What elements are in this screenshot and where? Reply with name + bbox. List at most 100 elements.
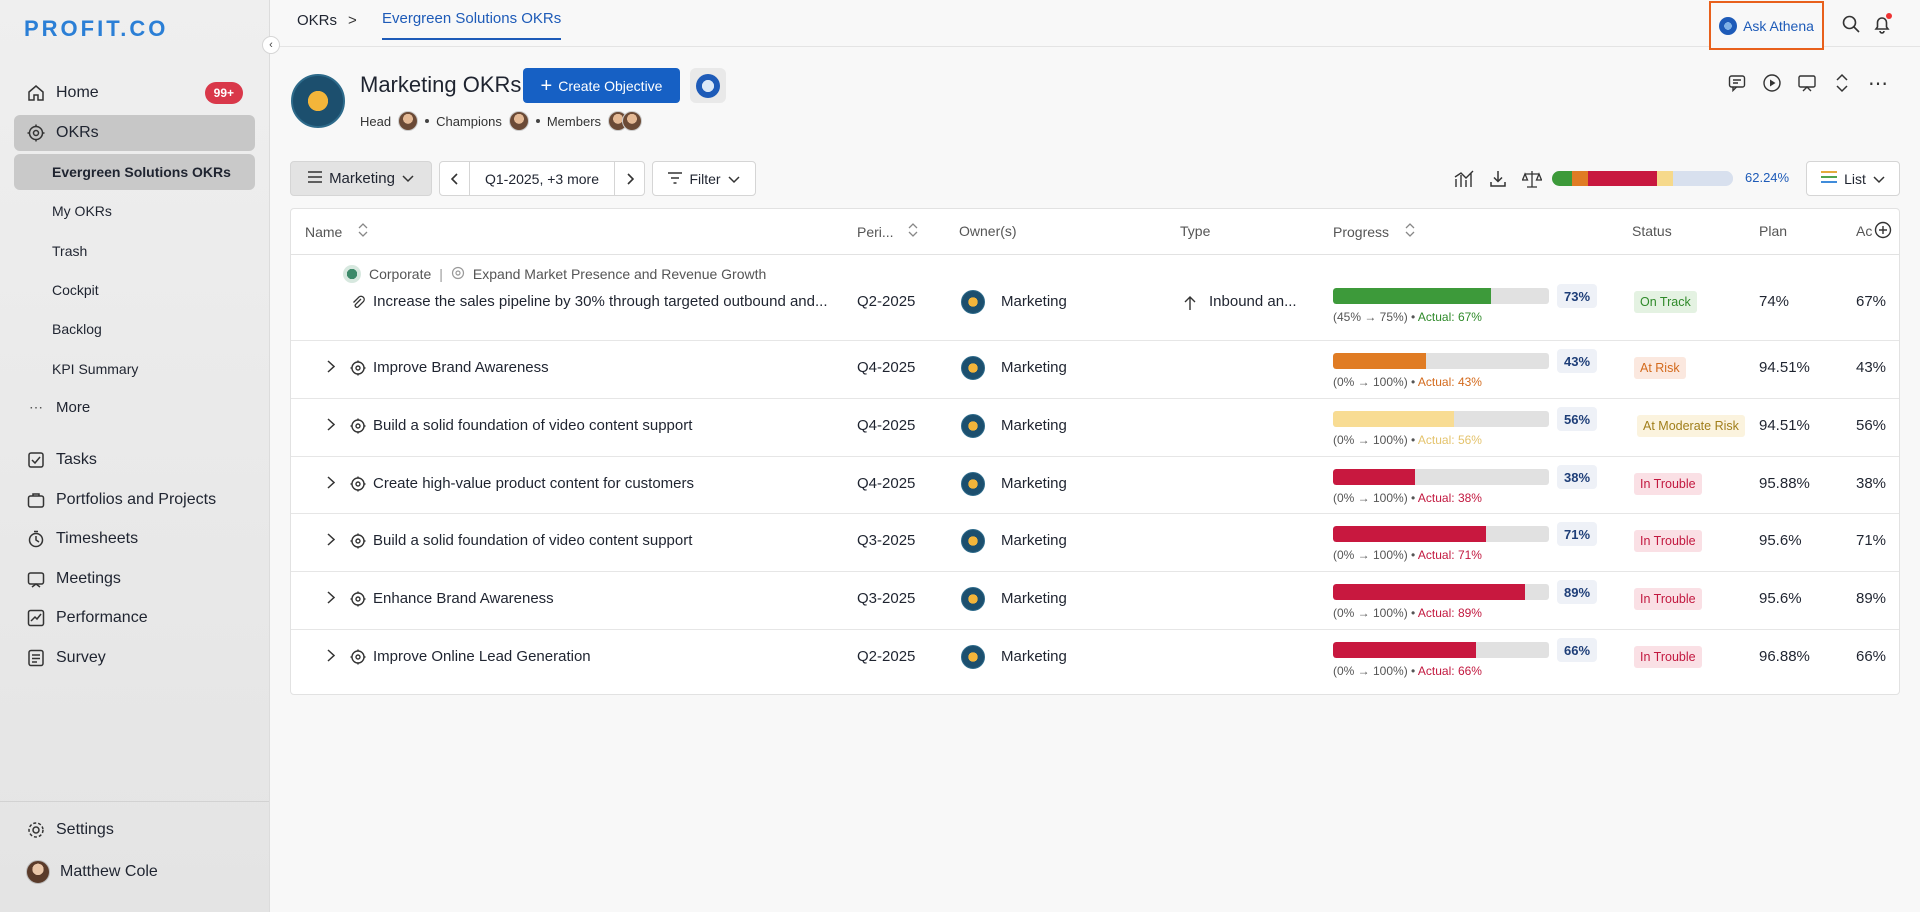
status-badge[interactable]: In Trouble	[1634, 588, 1702, 610]
progress-percent[interactable]: 38%	[1557, 465, 1597, 489]
progress-percent[interactable]: 43%	[1557, 349, 1597, 373]
user-profile[interactable]: Matthew Cole	[14, 854, 255, 890]
status-badge[interactable]: In Trouble	[1634, 473, 1702, 495]
nav-timesheets[interactable]: Timesheets	[14, 521, 255, 557]
breadcrumb-okrs[interactable]: OKRs	[297, 12, 337, 29]
column-header-actual[interactable]: Ac	[1856, 223, 1872, 239]
bell-icon[interactable]	[1872, 13, 1892, 34]
okr-name-link[interactable]: Build a solid foundation of video conten…	[373, 532, 692, 549]
period-label[interactable]: Q1-2025, +3 more	[485, 171, 599, 187]
okr-name-link[interactable]: Increase the sales pipeline by 30% throu…	[373, 293, 828, 310]
table-row[interactable]: Improve Online Lead Generation Q2-2025 Mar…	[291, 629, 1899, 687]
ask-athena-button[interactable]: Ask Athena	[1709, 1, 1824, 50]
progress-percent[interactable]: 66%	[1557, 638, 1597, 662]
column-header-owner[interactable]: Owner(s)	[959, 223, 1017, 239]
app-logo[interactable]: PROFIT.CO	[24, 16, 168, 42]
nav-evergreen-okrs[interactable]: Evergreen Solutions OKRs	[14, 154, 255, 191]
nav-my-okrs[interactable]: My OKRs	[14, 193, 255, 229]
owner-cell[interactable]: Marketing	[1001, 417, 1067, 434]
champion-avatar[interactable]	[508, 111, 529, 131]
nav-settings[interactable]: Settings	[14, 812, 255, 848]
owner-team-avatar[interactable]	[961, 587, 985, 611]
progress-bar[interactable]	[1333, 353, 1549, 369]
progress-bar[interactable]	[1333, 288, 1549, 304]
view-selector[interactable]: List	[1806, 161, 1900, 196]
progress-percent[interactable]: 56%	[1557, 407, 1597, 431]
comment-icon[interactable]	[1726, 72, 1748, 94]
table-row[interactable]: Increase the sales pipeline by 30% throu…	[291, 284, 1899, 340]
analytics-icon[interactable]	[1453, 168, 1475, 190]
nav-okrs[interactable]: OKRs	[14, 114, 255, 151]
expand-collapse-icon[interactable]	[1831, 72, 1853, 94]
nav-cockpit[interactable]: Cockpit	[14, 272, 255, 308]
column-header-status[interactable]: Status	[1632, 223, 1672, 239]
owner-cell[interactable]: Marketing	[1001, 648, 1067, 665]
nav-kpi-summary[interactable]: KPI Summary	[14, 351, 255, 387]
owner-team-avatar[interactable]	[961, 290, 985, 314]
progress-bar[interactable]	[1333, 642, 1549, 658]
play-icon[interactable]	[1761, 72, 1783, 94]
expand-row-chevron-icon[interactable]	[327, 533, 336, 549]
okr-name-link[interactable]: Create high-value product content for cu…	[373, 475, 694, 492]
sidebar-collapse-button[interactable]: ‹	[262, 36, 280, 54]
table-row[interactable]: Create high-value product content for cu…	[291, 456, 1899, 513]
expand-row-chevron-icon[interactable]	[327, 360, 336, 376]
owner-cell[interactable]: Marketing	[1001, 532, 1067, 549]
nav-portfolios[interactable]: Portfolios and Projects	[14, 482, 255, 518]
progress-percent[interactable]: 73%	[1557, 284, 1597, 308]
okr-name-link[interactable]: Improve Online Lead Generation	[373, 648, 591, 665]
period-next-button[interactable]	[614, 162, 644, 195]
status-badge[interactable]: At Risk	[1634, 357, 1686, 379]
present-icon[interactable]	[1796, 72, 1818, 94]
owner-cell[interactable]: Marketing	[1001, 293, 1067, 310]
nav-meetings[interactable]: Meetings	[14, 561, 255, 597]
column-header-progress[interactable]: Progress	[1333, 223, 1415, 240]
okr-name-link[interactable]: Improve Brand Awareness	[373, 359, 549, 376]
owner-cell[interactable]: Marketing	[1001, 359, 1067, 376]
sort-icon[interactable]	[1405, 223, 1415, 240]
column-header-type[interactable]: Type	[1180, 223, 1210, 239]
expand-row-chevron-icon[interactable]	[327, 649, 336, 665]
progress-bar[interactable]	[1333, 526, 1549, 542]
table-row[interactable]: Enhance Brand Awareness Q3-2025 Marketing 8…	[291, 571, 1899, 629]
okr-name-link[interactable]: Enhance Brand Awareness	[373, 590, 554, 607]
filter-button[interactable]: Filter	[652, 161, 756, 196]
progress-bar[interactable]	[1333, 584, 1549, 600]
expand-row-chevron-icon[interactable]	[327, 591, 336, 607]
table-row[interactable]: Improve Brand Awareness Q4-2025 Marketing 4…	[291, 340, 1899, 398]
sort-icon[interactable]	[908, 223, 918, 240]
owner-cell[interactable]: Marketing	[1001, 590, 1067, 607]
status-badge[interactable]: At Moderate Risk	[1637, 415, 1745, 437]
parent-objective[interactable]: Corporate | Expand Market Presence and R…	[343, 265, 766, 283]
nav-home[interactable]: Home 99+	[14, 75, 255, 111]
balance-scale-icon[interactable]	[1521, 168, 1543, 190]
breadcrumb-current[interactable]: Evergreen Solutions OKRs	[382, 10, 562, 40]
status-badge[interactable]: On Track	[1634, 291, 1697, 313]
more-options-icon[interactable]: ⋯	[1867, 72, 1889, 95]
nav-survey[interactable]: Survey	[14, 640, 255, 676]
search-icon[interactable]	[1841, 14, 1861, 34]
add-column-icon[interactable]	[1874, 221, 1892, 244]
nav-trash[interactable]: Trash	[14, 233, 255, 269]
status-badge[interactable]: In Trouble	[1634, 646, 1702, 668]
head-avatar[interactable]	[398, 111, 419, 131]
owner-cell[interactable]: Marketing	[1001, 475, 1067, 492]
progress-bar[interactable]	[1333, 469, 1549, 485]
owner-team-avatar[interactable]	[961, 472, 985, 496]
progress-percent[interactable]: 71%	[1557, 522, 1597, 546]
expand-row-chevron-icon[interactable]	[327, 476, 336, 492]
download-icon[interactable]	[1487, 168, 1509, 190]
members-avatars[interactable]	[608, 111, 643, 131]
column-header-period[interactable]: Peri...	[857, 223, 918, 240]
owner-team-avatar[interactable]	[961, 645, 985, 669]
sort-icon[interactable]	[358, 223, 368, 240]
period-prev-button[interactable]	[440, 162, 470, 195]
nav-more[interactable]: ⋯ More	[14, 390, 255, 426]
owner-team-avatar[interactable]	[961, 414, 985, 438]
okr-name-link[interactable]: Build a solid foundation of video conten…	[373, 417, 692, 434]
status-badge[interactable]: In Trouble	[1634, 530, 1702, 552]
table-row[interactable]: Build a solid foundation of video conten…	[291, 513, 1899, 571]
column-header-name[interactable]: Name	[305, 223, 368, 240]
expand-row-chevron-icon[interactable]	[327, 418, 336, 434]
nav-performance[interactable]: Performance	[14, 600, 255, 636]
